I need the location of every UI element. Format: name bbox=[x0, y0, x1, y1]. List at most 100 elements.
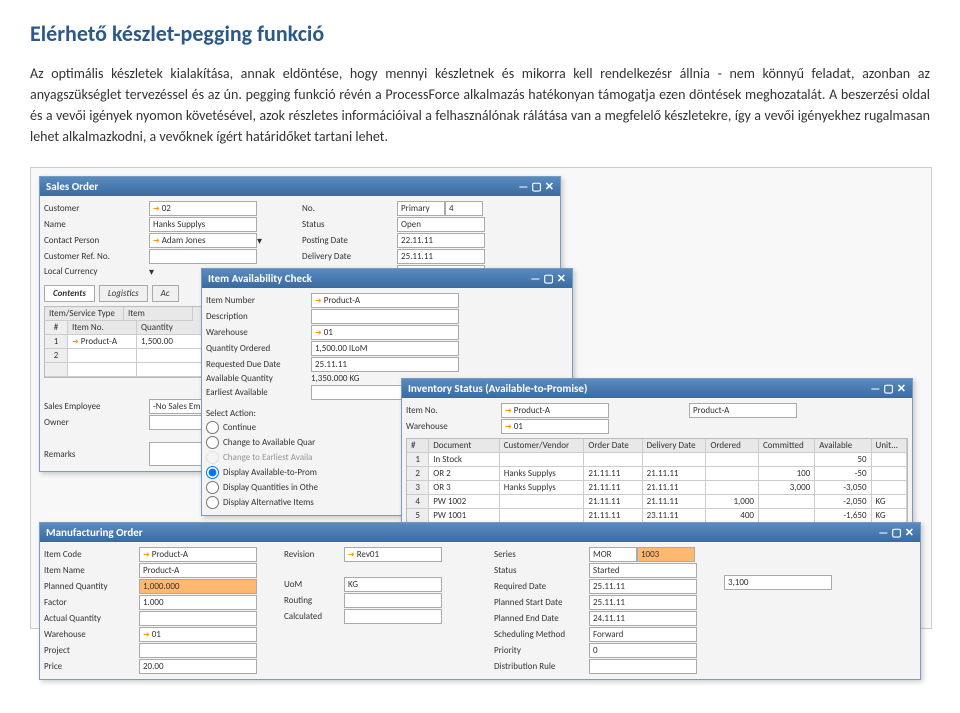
link-icon[interactable]: ➜ bbox=[315, 328, 322, 338]
orderno-field[interactable]: 1003 bbox=[637, 547, 695, 562]
calculated-field[interactable] bbox=[344, 609, 442, 624]
actualqty-field[interactable] bbox=[139, 611, 257, 626]
dropdown-icon[interactable]: ▾ bbox=[257, 234, 262, 247]
tab-accounting[interactable]: Ac bbox=[152, 285, 179, 302]
delivery-field[interactable]: 25.11.11 bbox=[397, 249, 485, 264]
status-field[interactable]: Started bbox=[589, 563, 697, 578]
schedmethod-field[interactable]: Forward bbox=[589, 627, 697, 642]
posting-label: Posting Date bbox=[302, 235, 397, 246]
itemname-field: Product-A bbox=[689, 403, 797, 418]
link-icon[interactable]: ➜ bbox=[348, 550, 355, 560]
distrule-field[interactable] bbox=[589, 659, 697, 674]
tab-logistics[interactable]: Logistics bbox=[99, 285, 148, 302]
close-icon[interactable]: ✕ bbox=[905, 526, 914, 539]
reqdate-field[interactable]: 25.11.11 bbox=[311, 357, 459, 372]
link-icon[interactable]: ➜ bbox=[505, 422, 512, 432]
customer-field[interactable]: ➜02 bbox=[149, 201, 257, 216]
link-icon[interactable]: ➜ bbox=[153, 236, 160, 246]
link-icon[interactable]: ➜ bbox=[143, 550, 150, 560]
col-header: Committed bbox=[759, 439, 815, 453]
contact-field[interactable]: ➜Adam Jones bbox=[149, 233, 257, 248]
maximize-icon[interactable]: ▢ bbox=[883, 382, 893, 395]
minimize-icon[interactable]: — bbox=[878, 526, 888, 539]
link-icon[interactable]: ➜ bbox=[505, 406, 512, 416]
qtyord-label: Quantity Ordered bbox=[206, 343, 311, 354]
status-field[interactable]: Open bbox=[397, 217, 485, 232]
link-icon[interactable]: ➜ bbox=[315, 296, 322, 306]
series-field[interactable]: MOR bbox=[589, 547, 637, 562]
table-row[interactable]: 3OR 3Hanks Supplys21.11.1121.11.113,000-… bbox=[407, 481, 907, 495]
close-icon[interactable]: ✕ bbox=[545, 180, 554, 193]
maximize-icon[interactable]: ▢ bbox=[531, 180, 541, 193]
close-icon[interactable]: ✕ bbox=[897, 382, 906, 395]
maximize-icon[interactable]: ▢ bbox=[891, 526, 901, 539]
reqdate-field[interactable]: 25.11.11 bbox=[589, 579, 697, 594]
col-header: # bbox=[407, 439, 429, 453]
desc-field[interactable] bbox=[311, 309, 459, 324]
routing-field[interactable] bbox=[344, 593, 442, 608]
plannedend-field[interactable]: 24.11.11 bbox=[589, 611, 697, 626]
ref-field[interactable] bbox=[149, 249, 257, 264]
col-qty: Quantity bbox=[137, 321, 206, 335]
col-header: Available bbox=[815, 439, 871, 453]
table-row[interactable]: 5PW 100121.11.1123.11.11400-1,650KG bbox=[407, 509, 907, 523]
link-icon[interactable]: ➜ bbox=[143, 630, 150, 640]
price-field[interactable]: 20.00 bbox=[139, 659, 257, 674]
primary-field[interactable]: Primary bbox=[397, 201, 445, 216]
col-type: Item/Service Type bbox=[45, 307, 124, 321]
table-row[interactable]: 2OR 2Hanks Supplys21.11.1121.11.11100-50 bbox=[407, 467, 907, 481]
itemno-field[interactable]: ➜Product-A bbox=[501, 403, 609, 418]
dropdown-icon[interactable]: ▾ bbox=[149, 265, 154, 278]
link-icon[interactable]: ➜ bbox=[72, 337, 79, 347]
minimize-icon[interactable]: — bbox=[870, 382, 880, 395]
currency-label: Local Currency bbox=[44, 266, 149, 277]
warehouse-field[interactable]: ➜01 bbox=[501, 419, 609, 434]
name-field[interactable]: Hanks Supplys bbox=[149, 217, 257, 232]
warehouse-label: Warehouse bbox=[406, 421, 501, 432]
tab-contents[interactable]: Contents bbox=[44, 285, 95, 302]
warehouse-field[interactable]: ➜01 bbox=[139, 627, 257, 642]
status-label: Status bbox=[494, 565, 589, 576]
availqty-label: Available Quantity bbox=[206, 373, 311, 384]
close-icon[interactable]: ✕ bbox=[557, 272, 566, 285]
factor-field[interactable]: 1.000 bbox=[139, 595, 257, 610]
no-field[interactable]: 4 bbox=[445, 201, 483, 216]
minimize-icon[interactable]: — bbox=[530, 272, 540, 285]
project-field[interactable] bbox=[139, 643, 257, 658]
uom-field[interactable]: KG bbox=[344, 577, 442, 592]
name-label: Name bbox=[44, 219, 149, 230]
selectaction-label: Select Action: bbox=[206, 408, 311, 419]
minimize-icon[interactable]: — bbox=[518, 180, 528, 193]
owner-label: Owner bbox=[44, 417, 149, 428]
plannedqty-field[interactable]: 1,000.000 bbox=[139, 579, 257, 594]
intro-text: Az optimális készletek kialakítása, anna… bbox=[30, 63, 930, 147]
col-header: Delivery Date bbox=[643, 439, 707, 453]
warehouse-field[interactable]: ➜01 bbox=[311, 325, 459, 340]
posting-field[interactable]: 22.11.11 bbox=[397, 233, 485, 248]
revision-field[interactable]: ➜Rev01 bbox=[344, 547, 442, 562]
qtyord-field[interactable]: 1,500.00 ILoM bbox=[311, 341, 459, 356]
plannedstart-label: Planned Start Date bbox=[494, 597, 589, 608]
itemno-label: Item No. bbox=[406, 405, 501, 416]
routing-label: Routing bbox=[284, 595, 344, 606]
plannedstart-field[interactable]: 25.11.11 bbox=[589, 595, 697, 610]
itemcode-field[interactable]: ➜Product-A bbox=[139, 547, 257, 562]
table-row[interactable]: 4PW 100221.11.1121.11.111,000-2,050KG bbox=[407, 495, 907, 509]
link-icon[interactable]: ➜ bbox=[153, 204, 160, 214]
factor-label: Factor bbox=[44, 597, 139, 608]
remarks-label: Remarks bbox=[44, 449, 149, 460]
priority-field[interactable]: 0 bbox=[589, 643, 697, 658]
table-row[interactable]: 1In Stock50 bbox=[407, 453, 907, 467]
table-row[interactable]: 1➜Product-A1,500.00 bbox=[45, 335, 225, 349]
warehouse-label: Warehouse bbox=[206, 327, 311, 338]
itemname-field[interactable]: Product-A bbox=[139, 563, 257, 578]
priority-label: Priority bbox=[494, 645, 589, 656]
col-header: Unit... bbox=[872, 439, 907, 453]
col-header: Document bbox=[429, 439, 499, 453]
window-title: Item Availability Check bbox=[208, 272, 312, 285]
itemno-field[interactable]: ➜Product-A bbox=[311, 293, 459, 308]
lines-grid: Item/Service TypeItem #Item No.Quantity … bbox=[44, 306, 226, 378]
maximize-icon[interactable]: ▢ bbox=[543, 272, 553, 285]
col-header: Customer/Vendor bbox=[500, 439, 585, 453]
calculated-label: Calculated bbox=[284, 611, 344, 622]
